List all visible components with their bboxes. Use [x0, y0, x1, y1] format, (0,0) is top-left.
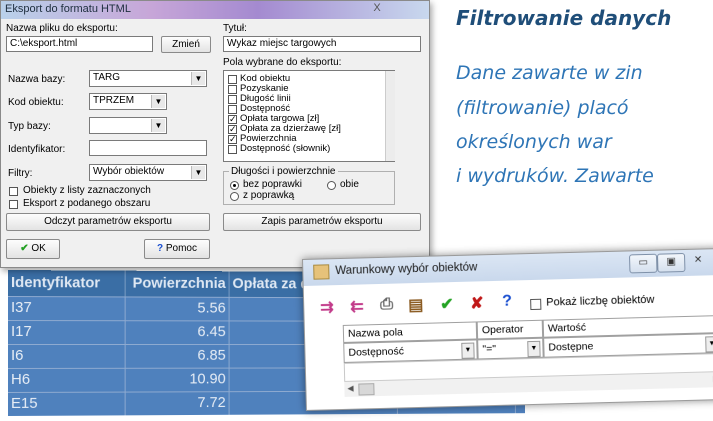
field-checkbox[interactable] — [228, 105, 237, 114]
object-code-select[interactable]: TPRZEM ▼ — [89, 93, 167, 110]
save-icon[interactable]: ▤ — [408, 295, 424, 315]
help-button[interactable]: ? Pomoc — [144, 239, 210, 259]
file-label: Nazwa pliku do eksportu: — [6, 23, 118, 34]
identifier-label: Identyfikator: — [8, 144, 66, 155]
operator-select-value: "=" — [482, 342, 497, 356]
length-area-group-title: Długości i powierzchnie — [229, 166, 338, 177]
with-fix-radio[interactable] — [230, 192, 239, 201]
field-checkbox[interactable] — [228, 85, 237, 94]
field-checkbox-checked[interactable]: ✓ — [228, 125, 237, 134]
chevron-down-icon[interactable]: ▼ — [191, 72, 205, 85]
cell-id: H6 — [8, 368, 126, 392]
filter-select[interactable]: Wybór obiektów ▼ — [89, 164, 207, 181]
cancel-icon[interactable]: ✘ — [470, 293, 484, 313]
check-icon: ✔ — [20, 243, 29, 254]
chevron-down-icon[interactable]: ▼ — [705, 336, 713, 353]
base-type-label: Typ bazy: — [8, 121, 51, 132]
change-file-button[interactable]: Zmień — [161, 36, 211, 53]
help-button-label: Pomoc — [165, 243, 197, 254]
no-fix-label: bez poprawki — [243, 179, 302, 190]
confirm-icon[interactable]: ✔ — [440, 294, 454, 314]
object-code-value: TPRZEM — [93, 95, 135, 106]
cell-area: 5.56 — [125, 297, 230, 321]
field-select-value: Dostępność — [348, 345, 405, 359]
article-line-3: określonych war — [456, 131, 612, 153]
operator-select[interactable]: "=" ▼ — [477, 337, 544, 360]
article-line-2: (filtrowanie) placó — [456, 97, 629, 119]
area-export-checkbox[interactable] — [9, 200, 18, 209]
col-header-area: Powierzchnia — [125, 270, 230, 297]
print-icon[interactable]: ⎙ — [380, 296, 393, 314]
question-icon: ? — [156, 243, 164, 254]
app-icon — [313, 264, 330, 280]
with-fix-label: z poprawką — [243, 190, 295, 201]
base-select-value: TARG — [93, 72, 121, 83]
cell-area: 7.72 — [125, 392, 230, 416]
no-fix-radio[interactable] — [230, 181, 239, 190]
field-checkbox[interactable] — [228, 75, 237, 84]
save-params-button[interactable]: Zapis parametrów eksportu — [223, 213, 421, 231]
export-dialog: Eksport do formatu HTML X Nazwa pliku do… — [0, 0, 430, 268]
col-header-identifier: Identyfikator — [8, 270, 126, 297]
export-dialog-titlebar[interactable]: Eksport do formatu HTML X — [1, 1, 429, 19]
fields-label: Pola wybrane do eksportu: — [223, 57, 342, 68]
condition-dialog: Warunkowy wybór obiektów ▭ ▣ ✕ ⇉ ⇇ ⎙ ▤ ✔… — [302, 247, 713, 411]
base-type-select[interactable]: ▼ — [89, 117, 167, 134]
col-header-operator: Operator — [476, 319, 544, 340]
chevron-down-icon[interactable]: ▼ — [151, 119, 165, 132]
field-checkbox[interactable] — [228, 95, 237, 104]
close-icon[interactable]: ✕ — [685, 252, 711, 270]
file-path-field[interactable]: C:\eksport.html — [6, 36, 153, 52]
read-params-button[interactable]: Odczyt parametrów eksportu — [6, 213, 210, 231]
selected-objects-label: Obiekty z listy zaznaczonych — [23, 185, 151, 196]
base-select[interactable]: TARG ▼ — [89, 70, 207, 87]
title-label: Tytuł: — [223, 23, 247, 34]
object-code-label: Kod obiektu: — [8, 97, 64, 108]
field-checkbox[interactable] — [228, 145, 237, 154]
minimize-icon[interactable]: ▭ — [628, 253, 658, 274]
maximize-icon[interactable]: ▣ — [656, 252, 686, 273]
both-label: obie — [340, 179, 359, 190]
field-checkbox-checked[interactable]: ✓ — [228, 135, 237, 144]
area-export-label: Eksport z podanego obszaru — [23, 198, 151, 209]
article-heading: Filtrowanie danych — [456, 6, 672, 30]
remove-condition-icon[interactable]: ⇇ — [350, 296, 364, 316]
identifier-field[interactable] — [89, 140, 207, 156]
help-icon[interactable]: ? — [502, 293, 512, 311]
cell-id: I6 — [8, 345, 126, 368]
both-radio[interactable] — [327, 181, 336, 190]
cell-id: I37 — [8, 297, 126, 321]
article-line-4: i wydruków. Zawarte — [456, 165, 654, 187]
filter-select-value: Wybór obiektów — [93, 166, 165, 177]
filter-label: Filtry: — [8, 168, 33, 179]
chevron-down-icon[interactable]: ▼ — [461, 342, 475, 359]
article-line-1: Dane zawarte w zin — [456, 62, 643, 84]
cell-area: 10.90 — [125, 368, 230, 392]
value-select-value: Dostępne — [548, 340, 594, 354]
export-dialog-title: Eksport do formatu HTML — [5, 3, 131, 15]
show-count-checkbox[interactable] — [530, 298, 542, 311]
cell-id: I17 — [8, 321, 126, 345]
chevron-down-icon[interactable]: ▼ — [527, 340, 541, 358]
cell-area: 6.45 — [125, 321, 230, 345]
show-count-label: Pokaż liczbę obiektów — [546, 293, 655, 309]
selected-objects-checkbox[interactable] — [9, 187, 18, 196]
base-label: Nazwa bazy: — [8, 74, 66, 85]
cell-id: E15 — [8, 392, 126, 416]
ok-button[interactable]: ✔ OK — [6, 239, 60, 259]
fields-list-scrollbar[interactable] — [385, 71, 395, 161]
chevron-down-icon[interactable]: ▼ — [191, 166, 205, 179]
scroll-left-icon[interactable]: ◀ — [347, 384, 353, 393]
field-label: Dostępność (słownik) — [240, 143, 331, 154]
fields-list[interactable]: Kod obiektu Pozyskanie Długość linii Dos… — [223, 70, 395, 162]
cell-area: 6.85 — [125, 345, 230, 368]
add-condition-icon[interactable]: ⇉ — [320, 297, 334, 317]
field-checkbox-checked[interactable]: ✓ — [228, 115, 237, 124]
title-field[interactable]: Wykaz miejsc targowych — [223, 36, 421, 52]
chevron-down-icon[interactable]: ▼ — [151, 95, 165, 108]
scrollbar-thumb[interactable] — [358, 383, 375, 396]
close-icon[interactable]: X — [365, 2, 389, 17]
condition-dialog-title: Warunkowy wybór obiektów — [335, 261, 478, 278]
ok-button-label: OK — [31, 243, 46, 254]
